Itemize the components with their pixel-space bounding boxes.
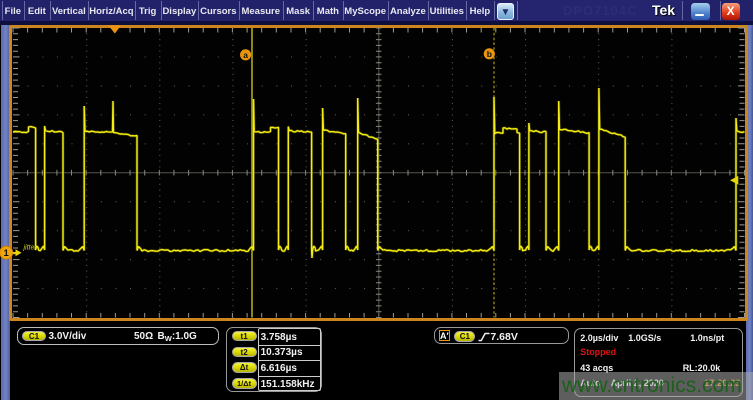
svg-text:b: b xyxy=(487,49,492,59)
svg-text:jitter: jitter xyxy=(23,245,38,252)
svg-text:1: 1 xyxy=(4,248,10,259)
svg-text:a: a xyxy=(243,50,248,60)
